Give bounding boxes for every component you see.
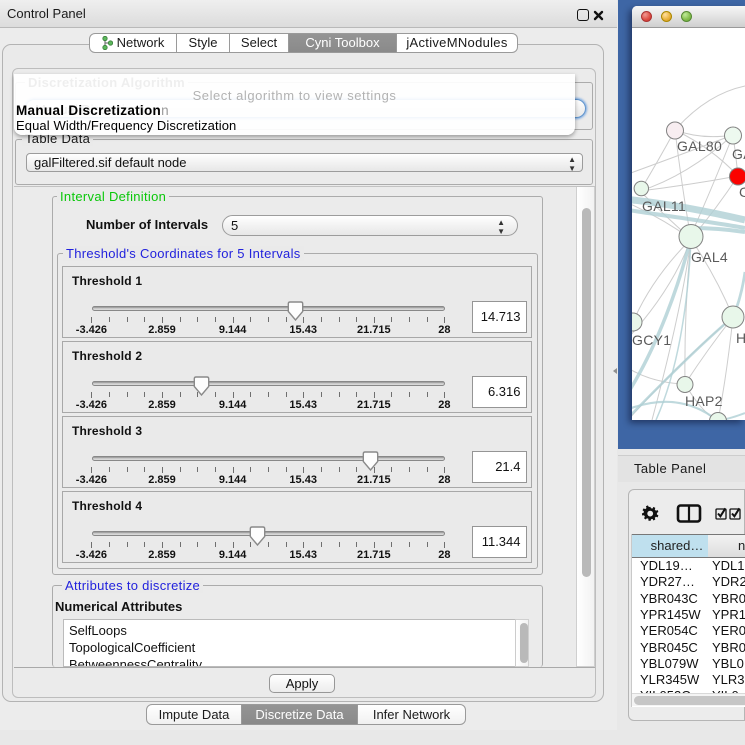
svg-text:GAL4: GAL4 bbox=[691, 249, 728, 265]
svg-text:GAL80: GAL80 bbox=[677, 138, 722, 154]
svg-text:H: H bbox=[736, 330, 745, 346]
svg-text:GAL11: GAL11 bbox=[642, 198, 686, 214]
svg-text:GCY1: GCY1 bbox=[632, 332, 671, 348]
svg-text:HAP2: HAP2 bbox=[685, 393, 723, 409]
svg-text:C: C bbox=[739, 184, 745, 200]
svg-text:GA: GA bbox=[732, 146, 745, 162]
